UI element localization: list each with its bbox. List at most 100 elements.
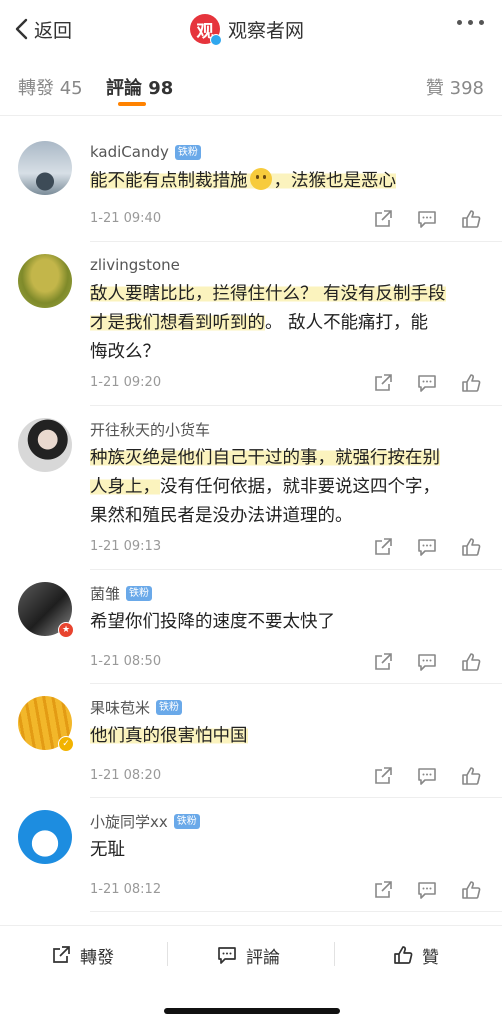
smile-emoji-icon	[249, 168, 272, 190]
repost-icon[interactable]	[372, 879, 394, 901]
member-badge-icon: ★	[58, 622, 74, 638]
comment-text: 他们真的很害怕中国	[90, 722, 480, 751]
thumbs-up-icon[interactable]	[460, 208, 482, 230]
username[interactable]: kadiCandy	[90, 143, 169, 161]
repost-icon[interactable]	[372, 208, 394, 230]
comment-text: 敌人要瞎比比，拦得住什么？ 有没有反制手段 才是我们想看到听到的。 敌人不能痛打…	[90, 280, 480, 367]
plain-text: 。 敌人不能痛打，能	[265, 313, 429, 333]
comment-text: 希望你们投降的速度不要太快了	[90, 612, 335, 632]
tab-likes-count: 398	[449, 78, 484, 99]
home-indicator[interactable]	[164, 1008, 340, 1014]
comment-actions	[372, 208, 482, 230]
comment-icon	[218, 947, 236, 964]
active-tab-indicator	[118, 102, 146, 106]
comment-text-part: 能不能有点制裁措施	[90, 171, 248, 191]
comment-actions	[372, 651, 482, 673]
comment-icon[interactable]	[416, 208, 438, 230]
comment-user: 开往秋天的小货车	[90, 418, 210, 440]
comment-text: 无耻	[90, 840, 125, 860]
username[interactable]: 果味苞米	[90, 697, 150, 718]
top-nav: 返回 观 观察者网	[0, 0, 502, 58]
back-button[interactable]: 返回	[14, 14, 72, 44]
avatar[interactable]	[18, 254, 72, 308]
highlighted-text: 才是我们想看到听到的	[90, 313, 265, 333]
comment-actions	[372, 765, 482, 787]
page-title: 观察者网	[228, 19, 305, 42]
avatar[interactable]	[18, 810, 72, 864]
thumbs-up-icon[interactable]	[460, 765, 482, 787]
highlighted-text: 人身上，	[90, 477, 160, 497]
tab-likes-label: 贊	[425, 78, 444, 99]
comment-icon[interactable]	[416, 536, 438, 558]
comment-item: kadiCandy 铁粉 能不能有点制裁措施 ，法猴也是恶心 1-21 09:40	[0, 117, 502, 242]
tab-comments-label: 評論	[106, 78, 142, 99]
tab-bar: 轉發 45 評論 98 贊 398	[0, 58, 502, 116]
comment-item: 小旋同学xx 铁粉 无耻 1-21 08:12	[0, 798, 502, 912]
account-logo: 观	[190, 14, 222, 46]
more-dots-icon[interactable]	[457, 20, 484, 25]
tab-reposts-label: 轉發	[18, 78, 54, 99]
comment-time: 1-21 08:50	[90, 654, 162, 669]
comment-text: 种族灭绝是他们自己干过的事，就强行按在别 人身上，没有任何依据，就非要说这四个字…	[90, 444, 480, 531]
comment-time: 1-21 09:20	[90, 375, 162, 390]
comment-text-part: ，法猴也是恶心	[273, 171, 397, 191]
username[interactable]: zlivingstone	[90, 256, 180, 274]
tab-likes[interactable]: 贊 398	[426, 74, 484, 100]
tab-reposts-count: 45	[59, 78, 83, 99]
thumbs-up-icon[interactable]	[460, 879, 482, 901]
plain-text: 没有任何依据，就非要说这四个字，	[160, 477, 440, 497]
repost-button-label: 轉發	[80, 947, 114, 968]
fan-badge: 铁粉	[126, 585, 153, 601]
highlighted-text: 种族灭绝是他们自己干过的事，就强行按在别	[90, 448, 440, 468]
comment-list[interactable]: kadiCandy 铁粉 能不能有点制裁措施 ，法猴也是恶心 1-21 09:40…	[0, 117, 502, 925]
thumbs-up-icon[interactable]	[460, 536, 482, 558]
divider	[90, 911, 502, 912]
comment-actions	[372, 372, 482, 394]
comment-icon[interactable]	[416, 372, 438, 394]
separator	[167, 942, 168, 966]
account-header[interactable]: 观 观察者网	[190, 12, 304, 46]
comment-time: 1-21 08:20	[90, 768, 162, 783]
comment-user: 果味苞米 铁粉	[90, 696, 183, 718]
chevron-left-icon	[15, 18, 28, 40]
comment-actions	[372, 879, 482, 901]
username[interactable]: 开往秋天的小货车	[90, 419, 210, 440]
tab-reposts[interactable]: 轉發 45	[18, 74, 83, 100]
comment-item: zlivingstone 敌人要瞎比比，拦得住什么？ 有没有反制手段 才是我们想…	[0, 242, 502, 406]
username[interactable]: 小旋同学xx	[90, 811, 168, 832]
repost-icon[interactable]	[372, 651, 394, 673]
repost-button[interactable]: 轉發	[50, 940, 114, 970]
thumbs-up-icon[interactable]	[460, 372, 482, 394]
repost-icon[interactable]	[372, 372, 394, 394]
repost-icon[interactable]	[372, 765, 394, 787]
comment-time: 1-21 09:40	[90, 211, 162, 226]
comment-text: 能不能有点制裁措施 ，法猴也是恶心	[90, 167, 480, 196]
tab-comments-count: 98	[148, 78, 174, 99]
comment-icon[interactable]	[416, 651, 438, 673]
fan-badge: 铁粉	[173, 813, 200, 829]
back-label: 返回	[34, 19, 73, 42]
comment-user: zlivingstone	[90, 254, 180, 276]
username[interactable]: 菌雏	[90, 583, 120, 604]
comment-icon[interactable]	[416, 879, 438, 901]
verified-icon: ✓	[58, 736, 74, 752]
comment-time: 1-21 09:13	[90, 539, 162, 554]
thumbs-up-icon[interactable]	[460, 651, 482, 673]
comment-item: ★ 菌雏 铁粉 希望你们投降的速度不要太快了 1-21 08:50	[0, 570, 502, 684]
like-button[interactable]: 贊	[392, 940, 439, 970]
avatar[interactable]	[18, 418, 72, 472]
comment-user: 菌雏 铁粉	[90, 582, 153, 604]
plain-text: 悔改么？	[90, 342, 160, 362]
comment-button[interactable]: 評論	[216, 940, 280, 970]
highlighted-text: 他们真的很害怕中国	[90, 726, 248, 746]
highlighted-text: 敌人要瞎比比，拦得住什么？ 有没有反制手段	[90, 284, 446, 304]
comment-icon[interactable]	[416, 765, 438, 787]
repost-icon[interactable]	[372, 536, 394, 558]
tab-comments[interactable]: 評論 98	[106, 74, 173, 100]
plain-text: 果然和殖民者是没办法讲道理的。	[90, 506, 353, 526]
avatar[interactable]	[18, 141, 72, 195]
comment-time: 1-21 08:12	[90, 882, 162, 897]
comment-item: ✓ 果味苞米 铁粉 他们真的很害怕中国 1-21 08:20	[0, 684, 502, 798]
separator	[334, 942, 335, 966]
fan-badge: 铁粉	[174, 144, 201, 160]
